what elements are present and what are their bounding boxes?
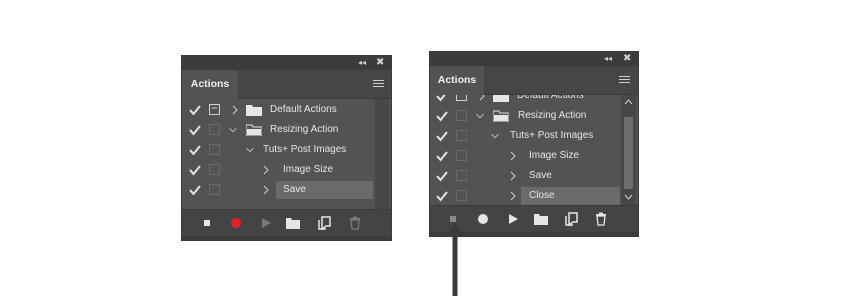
scrollbar-thumb[interactable] [624, 117, 633, 189]
list-item-image-size[interactable]: Image Size [430, 146, 620, 166]
dialog-toggle-box[interactable] [209, 184, 220, 195]
checkmark-icon[interactable] [188, 183, 202, 197]
new-set-folder-icon[interactable] [286, 216, 300, 230]
row-label: Close [529, 190, 555, 201]
dialog-toggle-box[interactable] [209, 164, 220, 175]
row-label: Image Size [283, 164, 334, 175]
scroll-down-icon[interactable] [624, 194, 633, 200]
folder-icon [246, 105, 262, 116]
chevron-right-icon[interactable] [261, 184, 271, 196]
list-item-resizing-action[interactable]: Resizing Action [182, 120, 374, 140]
actions-panel-left: ◂◂ ✖ Actions Default Actions Resizing Ac… [182, 56, 391, 240]
panel-titlebar: ◂◂ ✖ [182, 56, 391, 70]
row-label: Default Actions [517, 95, 584, 101]
chevron-down-icon[interactable] [228, 124, 238, 136]
chevron-down-icon[interactable] [245, 144, 255, 156]
checkmark-icon[interactable] [188, 123, 202, 137]
chevron-right-icon[interactable] [508, 190, 518, 202]
collapse-panel-icon[interactable]: ◂◂ [358, 56, 366, 70]
play-icon[interactable] [259, 216, 273, 230]
panel-menu-icon[interactable] [373, 80, 384, 89]
list-item-save[interactable]: Save [182, 180, 374, 200]
new-set-folder-icon[interactable] [534, 212, 548, 226]
chevron-right-icon[interactable] [477, 95, 487, 102]
checkmark-icon[interactable] [435, 189, 449, 203]
checkmark-icon[interactable] [188, 163, 202, 177]
panel-tab-row: Actions [182, 70, 391, 99]
folder-icon [493, 95, 509, 102]
list-item-close[interactable]: Close [430, 186, 620, 205]
row-label: Default Actions [270, 104, 337, 115]
dialog-toggle-box[interactable] [456, 150, 467, 161]
play-icon[interactable] [506, 212, 520, 226]
chevron-down-icon[interactable] [475, 110, 485, 122]
chevron-right-icon[interactable] [230, 104, 240, 116]
list-item-default-actions[interactable]: Default Actions [182, 100, 374, 120]
panel-titlebar: ◂◂ ✖ [430, 52, 638, 66]
row-label: Resizing Action [518, 110, 587, 121]
dialog-toggle-box[interactable] [456, 170, 467, 181]
close-panel-icon[interactable]: ✖ [376, 56, 384, 70]
checkmark-icon[interactable] [188, 103, 202, 117]
dialog-toggle-icon[interactable] [456, 95, 467, 101]
dialog-toggle-box[interactable] [209, 144, 220, 155]
scrollbar-track[interactable] [621, 95, 636, 205]
row-label: Image Size [529, 150, 580, 161]
panel-bottom-edge [182, 236, 391, 240]
actions-panel-right: ◂◂ ✖ Actions Default Actions Resizing Ac… [430, 52, 638, 236]
actions-list: Default Actions Resizing Action Tuts+ Po… [430, 95, 638, 205]
checkmark-icon[interactable] [435, 95, 449, 103]
row-label: Tuts+ Post Images [510, 130, 594, 141]
actions-toolbar [182, 209, 391, 236]
row-label: Save [529, 170, 552, 181]
folder-open-icon [493, 110, 509, 122]
stop-icon[interactable] [200, 216, 214, 230]
tab-actions[interactable]: Actions [430, 66, 484, 95]
dialog-toggle-box[interactable] [456, 130, 467, 141]
record-icon[interactable] [476, 212, 490, 226]
checkmark-icon[interactable] [188, 143, 202, 157]
list-item-tuts-post-images[interactable]: Tuts+ Post Images [182, 140, 374, 160]
chevron-right-icon[interactable] [261, 164, 271, 176]
close-panel-icon[interactable]: ✖ [623, 52, 631, 66]
annotation-arrow-icon [447, 222, 463, 296]
dialog-toggle-box[interactable] [209, 124, 220, 135]
list-item-resizing-action[interactable]: Resizing Action [430, 106, 620, 126]
record-icon[interactable] [229, 216, 243, 230]
dialog-toggle-icon[interactable] [209, 104, 220, 115]
list-item-tuts-post-images[interactable]: Tuts+ Post Images [430, 126, 620, 146]
chevron-right-icon[interactable] [508, 170, 518, 182]
scroll-up-icon[interactable] [624, 99, 633, 105]
chevron-right-icon[interactable] [508, 150, 518, 162]
actions-list: Default Actions Resizing Action Tuts+ Po… [182, 99, 391, 209]
panel-tab-row: Actions [430, 66, 638, 95]
trash-icon[interactable] [594, 212, 608, 226]
checkmark-icon[interactable] [435, 129, 449, 143]
new-action-icon[interactable] [318, 216, 332, 230]
list-item-save[interactable]: Save [430, 166, 620, 186]
dialog-toggle-box[interactable] [456, 110, 467, 121]
list-item-image-size[interactable]: Image Size [182, 160, 374, 180]
panel-menu-icon[interactable] [619, 76, 630, 85]
checkmark-icon[interactable] [435, 109, 449, 123]
trash-icon[interactable] [348, 216, 362, 230]
collapse-panel-icon[interactable]: ◂◂ [604, 52, 612, 66]
tab-actions[interactable]: Actions [182, 70, 238, 99]
new-action-icon[interactable] [565, 212, 579, 226]
dialog-toggle-box[interactable] [456, 190, 467, 201]
scrollbar-track[interactable] [375, 99, 389, 209]
row-label: Save [283, 184, 306, 195]
list-item-default-actions[interactable]: Default Actions [430, 95, 620, 106]
chevron-down-icon[interactable] [490, 130, 500, 142]
folder-open-icon [246, 124, 262, 136]
row-label: Tuts+ Post Images [263, 144, 347, 155]
row-label: Resizing Action [270, 124, 339, 135]
checkmark-icon[interactable] [435, 149, 449, 163]
checkmark-icon[interactable] [435, 169, 449, 183]
